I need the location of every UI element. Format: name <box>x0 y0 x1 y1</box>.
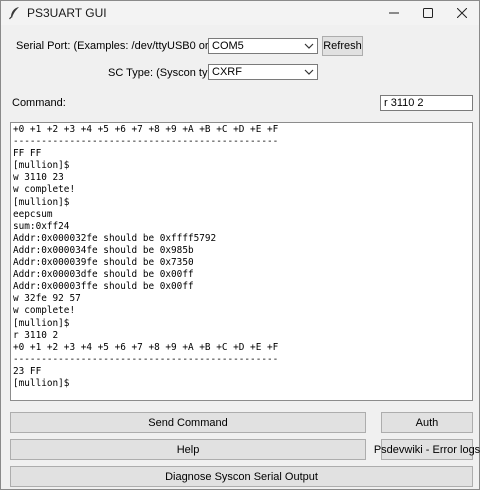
console-line: [mullion]$ <box>13 317 70 329</box>
console-line: w 32fe 92 57 <box>13 293 81 305</box>
console-line: ----------------------------------------… <box>13 353 279 365</box>
close-button[interactable] <box>445 1 479 25</box>
console-line: w complete! <box>13 184 76 196</box>
minimize-button[interactable] <box>377 1 411 25</box>
console-line: [mullion]$ <box>13 160 70 172</box>
sc-type-value: CXRF <box>212 66 242 78</box>
command-label: Command: <box>12 97 66 109</box>
chevron-down-icon <box>304 69 314 75</box>
psdevwiki-error-logs-button[interactable]: Psdevwiki - Error logs <box>374 439 480 460</box>
title-bar[interactable]: PS3UART GUI <box>1 1 479 25</box>
console-line: w 3110 23 <box>13 172 64 184</box>
console-line: Addr:0x000034fe should be 0x985b <box>13 244 194 256</box>
serial-port-select[interactable]: COM5 <box>208 38 318 54</box>
sc-type-label: SC Type: (Syscon type) <box>108 67 224 79</box>
console-line: [mullion]$ <box>13 196 70 208</box>
console-line: +0 +1 +2 +3 +4 +5 +6 +7 +8 +9 +A +B +C +… <box>13 124 279 135</box>
console-line: Addr:0x00003ffe should be 0x00ff <box>13 281 194 293</box>
console-line: sum:0xff24 <box>13 220 70 232</box>
console-line: r 3110 2 <box>13 329 59 341</box>
sc-type-select[interactable]: CXRF <box>208 64 318 80</box>
console-line: 23 FF <box>13 365 42 377</box>
console-line: [mullion]$ <box>13 377 70 389</box>
console-output[interactable]: +0 +1 +2 +3 +4 +5 +6 +7 +8 +9 +A +B +C +… <box>10 122 473 401</box>
command-input[interactable]: r 3110 2 <box>380 95 473 111</box>
app-window: PS3UART GUI Serial Port: (Examples: /dev… <box>0 0 480 490</box>
auth-button[interactable]: Auth <box>381 412 473 433</box>
serial-port-value: COM5 <box>212 40 244 52</box>
command-input-value: r 3110 2 <box>384 97 424 109</box>
close-icon <box>457 8 467 18</box>
console-line: w complete! <box>13 305 76 317</box>
feather-icon <box>8 6 22 20</box>
send-command-button[interactable]: Send Command <box>10 412 366 433</box>
diagnose-syscon-button[interactable]: Diagnose Syscon Serial Output <box>10 466 473 487</box>
console-line: FF FF <box>13 148 42 160</box>
console-line: ----------------------------------------… <box>13 136 279 148</box>
maximize-icon <box>423 8 433 18</box>
refresh-button[interactable]: Refresh <box>322 36 363 56</box>
console-line: Addr:0x00003dfe should be 0x00ff <box>13 269 194 281</box>
console-line: Addr:0x000039fe should be 0x7350 <box>13 257 194 269</box>
window-title: PS3UART GUI <box>27 6 107 20</box>
console-line: +0 +1 +2 +3 +4 +5 +6 +7 +8 +9 +A +B +C +… <box>13 341 279 353</box>
chevron-down-icon <box>304 43 314 49</box>
help-button[interactable]: Help <box>10 439 366 460</box>
maximize-button[interactable] <box>411 1 445 25</box>
console-line: Addr:0x000032fe should be 0xffff5792 <box>13 232 217 244</box>
minimize-icon <box>389 12 399 14</box>
console-line: eepcsum <box>13 208 53 220</box>
